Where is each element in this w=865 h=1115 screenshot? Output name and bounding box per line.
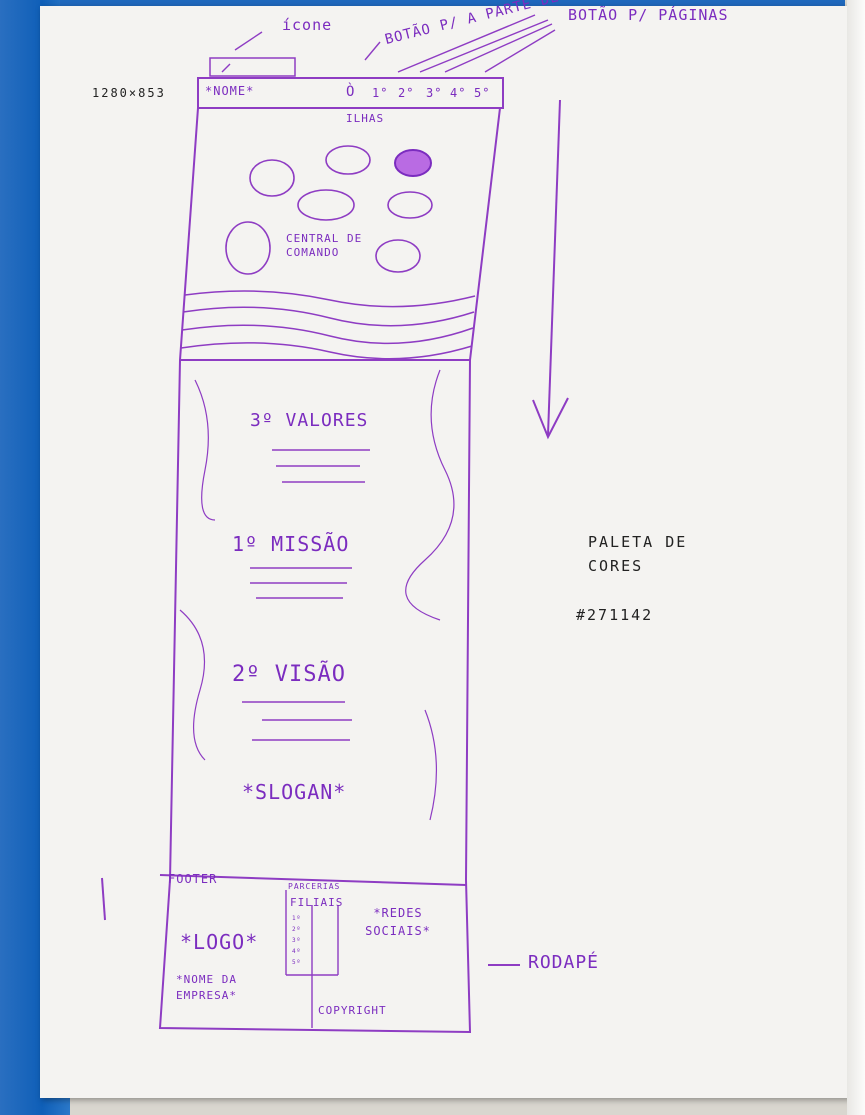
- header-nav-5: 5°: [474, 86, 491, 100]
- list-item-2: 2º: [292, 926, 302, 933]
- annotation-icone: ícone: [282, 16, 333, 34]
- central-label: CENTRAL DE COMANDO: [286, 232, 363, 259]
- redes-sociais-label: *REDES SOCIAIS*: [365, 906, 431, 938]
- valores-heading: 3º VALORES: [250, 410, 369, 431]
- header-nav-3: 3°: [426, 86, 443, 100]
- footer-label: FOOTER: [168, 872, 218, 886]
- paleta-cores-label: PALETA DE CORES: [588, 533, 688, 575]
- parcerias-label: PARCERIAS: [288, 882, 341, 891]
- copyright-label: COPYRIGHT: [318, 1004, 387, 1017]
- ilhas-label: ILHAS: [346, 112, 385, 125]
- header-nav-1: 1°: [372, 86, 389, 100]
- annotation-resolution: 1280×853: [92, 86, 166, 100]
- list-item-1: 1º: [292, 915, 302, 922]
- header-nav-2: 2°: [398, 86, 415, 100]
- list-item-4: 4º: [292, 948, 302, 955]
- header-nome: *NOME*: [205, 84, 255, 98]
- filiais-label: FILIAIS: [290, 896, 344, 909]
- header-nav-4: 4°: [450, 86, 467, 100]
- rodape-annotation: RODAPÉ: [528, 952, 600, 973]
- slogan-text: *SLOGAN*: [242, 780, 347, 804]
- annotation-botao-paginas: BOTÃO P/ PÁGINAS: [568, 6, 729, 24]
- missao-heading: 1º MISSÃO: [232, 532, 350, 556]
- paleta-color-code: #271142: [576, 606, 654, 624]
- nome-empresa-label: *NOME DA EMPRESA*: [176, 973, 237, 1002]
- visao-heading: 2º VISÃO: [232, 662, 346, 687]
- logo-label: *LOGO*: [180, 930, 259, 954]
- list-item-3: 3º: [292, 937, 302, 944]
- list-item-5: 5º: [292, 959, 302, 966]
- header-nav-icon: Ò: [346, 84, 356, 100]
